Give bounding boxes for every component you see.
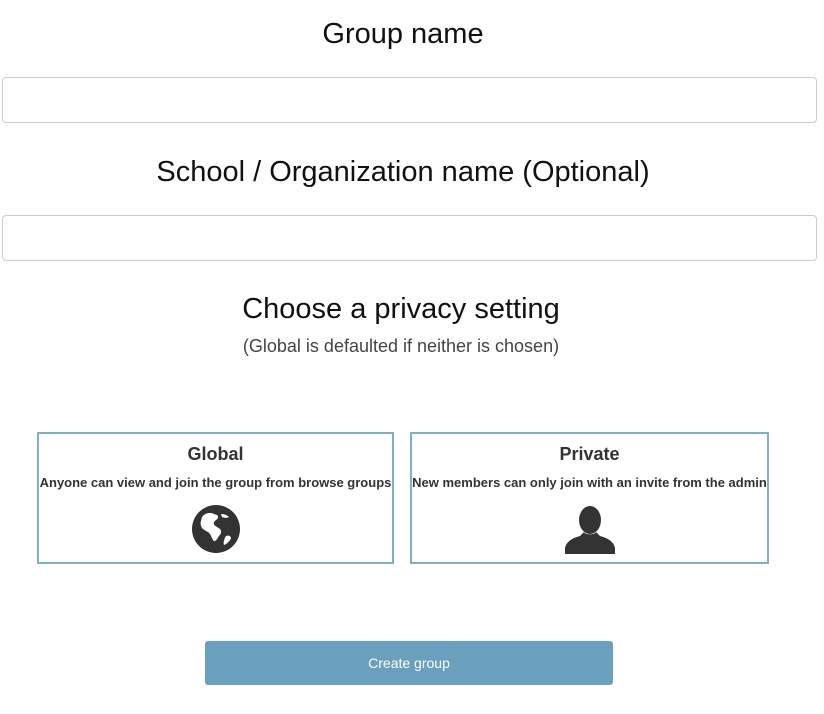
privacy-option-title: Global (187, 444, 244, 464)
privacy-option-private[interactable]: Private New members can only join with a… (410, 432, 769, 564)
privacy-heading: Choose a privacy setting (242, 293, 560, 325)
globe-icon (191, 505, 240, 553)
org-name-input[interactable] (2, 215, 817, 261)
privacy-note: (Global is defaulted if neither is chose… (242, 336, 560, 356)
privacy-option-description: New members can only join with an invite… (412, 475, 767, 490)
privacy-option-title: Private (559, 444, 620, 464)
org-name-label: School / Organization name (Optional) (156, 156, 650, 188)
privacy-option-description: Anyone can view and join the group from … (39, 475, 392, 490)
privacy-option-global[interactable]: Global Anyone can view and join the grou… (37, 432, 394, 564)
group-name-label: Group name (322, 18, 484, 50)
user-icon (564, 506, 615, 554)
group-name-input[interactable] (2, 77, 817, 123)
create-group-button[interactable]: Create group (205, 641, 613, 685)
